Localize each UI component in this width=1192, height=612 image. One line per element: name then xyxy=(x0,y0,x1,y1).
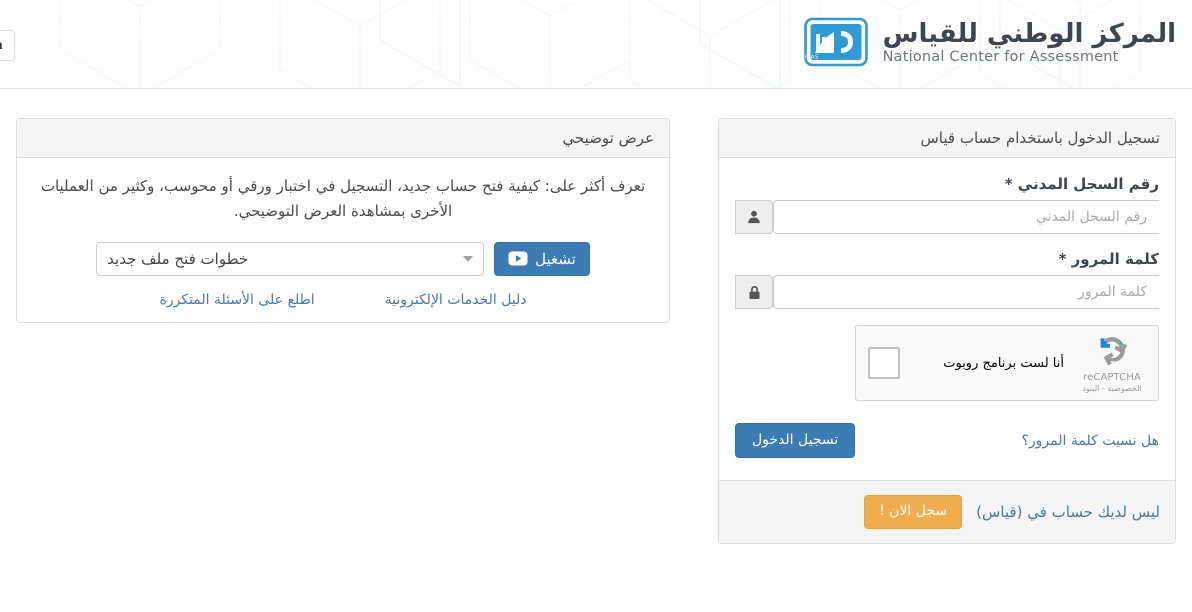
user-icon xyxy=(735,200,773,234)
recaptcha-checkbox[interactable] xyxy=(868,347,900,379)
faq-link[interactable]: اطلع على الأسئلة المتكررة xyxy=(159,292,314,308)
recaptcha-icon xyxy=(1095,333,1129,367)
lock-icon xyxy=(735,275,773,309)
recaptcha-wrapper: أنا لست برنامج روبوت reCAPTCHA الخصوصية … xyxy=(735,325,1159,401)
demo-select-value: خطوات فتح ملف جديد xyxy=(107,250,248,268)
login-submit-button[interactable]: تسجيل الدخول xyxy=(735,423,855,458)
brand: المركز الوطني للقياس National Center for… xyxy=(1029,11,1176,75)
main-row: تسجيل الدخول باستخدام حساب قياس رقم السج… xyxy=(0,118,1192,544)
language-toggle-button[interactable]: English xyxy=(0,30,15,61)
recaptcha-widget[interactable]: أنا لست برنامج روبوت reCAPTCHA الخصوصية … xyxy=(855,325,1159,401)
recaptcha-brand: reCAPTCHA الخصوصية - البنود xyxy=(1076,333,1148,393)
login-panel: تسجيل الدخول باستخدام حساب قياس رقم السج… xyxy=(718,118,1176,544)
login-panel-body: رقم السجل المدني * كلمة المرور * xyxy=(719,158,1175,480)
site-header: English المركز الوطني للقياس National Ce… xyxy=(0,0,1192,89)
recaptcha-label: أنا لست برنامج روبوت xyxy=(902,356,1076,371)
login-panel-footer: ليس لديك حساب في (قياس) سجل الان ! xyxy=(719,480,1175,542)
national-id-label: رقم السجل المدني * xyxy=(735,175,1159,193)
qiyas-logo-icon: QIYAS xyxy=(803,15,869,71)
password-label: كلمة المرور * xyxy=(735,250,1159,268)
forgot-password-link[interactable]: هل نسيت كلمة المرور؟ xyxy=(1021,433,1159,449)
play-video-button[interactable]: تشغيل xyxy=(494,242,590,276)
brand-name-arabic: المركز الوطني للقياس xyxy=(883,21,1176,48)
youtube-icon xyxy=(508,251,528,266)
svg-text:QIYAS: QIYAS xyxy=(803,55,819,61)
demo-video-select[interactable]: خطوات فتح ملف جديد xyxy=(96,242,484,276)
page-content: تسجيل الدخول باستخدام حساب قياس رقم السج… xyxy=(0,89,1192,544)
electronic-services-guide-link[interactable]: دليل الخدمات الإلكترونية xyxy=(385,292,527,308)
demo-links: دليل الخدمات الإلكترونية اطلع على الأسئل… xyxy=(35,292,651,308)
demo-panel: عرض توضيحي تعرف أكثر على: كيفية فتح حساب… xyxy=(16,118,670,323)
login-actions: هل نسيت كلمة المرور؟ تسجيل الدخول xyxy=(735,423,1159,458)
play-button-label: تشغيل xyxy=(535,250,576,268)
recaptcha-brand-name: reCAPTCHA xyxy=(1076,372,1148,383)
national-id-input-group xyxy=(735,200,1159,234)
register-now-button[interactable]: سجل الان ! xyxy=(864,495,962,528)
demo-controls: تشغيل خطوات فتح ملف جديد xyxy=(35,242,651,276)
password-input-group xyxy=(735,275,1159,309)
chevron-down-icon xyxy=(463,256,473,262)
national-id-input[interactable] xyxy=(773,200,1159,234)
login-panel-heading: تسجيل الدخول باستخدام حساب قياس xyxy=(719,119,1175,158)
brand-name-english: National Center for Assessment xyxy=(883,50,1176,65)
demo-panel-heading: عرض توضيحي xyxy=(17,119,669,158)
demo-panel-body: تعرف أكثر على: كيفية فتح حساب جديد، التس… xyxy=(17,158,669,322)
brand-text: المركز الوطني للقياس National Center for… xyxy=(883,21,1176,65)
demo-description: تعرف أكثر على: كيفية فتح حساب جديد، التس… xyxy=(35,174,651,224)
register-row: ليس لديك حساب في (قياس) سجل الان ! xyxy=(734,495,1160,528)
password-input[interactable] xyxy=(773,275,1159,309)
no-account-text: ليس لديك حساب في (قياس) xyxy=(976,503,1160,521)
recaptcha-legal-links[interactable]: الخصوصية - البنود xyxy=(1076,384,1148,393)
